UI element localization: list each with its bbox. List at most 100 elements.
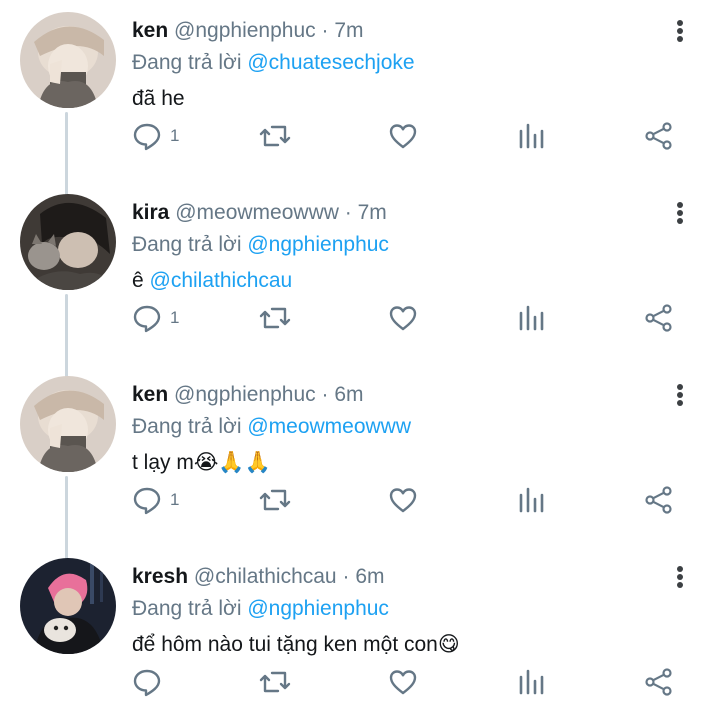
tweet[interactable]: kira @meowmeowww · 7m Đang trả lời @ngph…: [0, 182, 720, 364]
reply-thread: ken @ngphienphuc · 7m Đang trả lời @chua…: [0, 0, 720, 720]
share-button[interactable]: [644, 118, 674, 154]
replying-to-label: Đang trả lời: [132, 415, 242, 438]
reply-button[interactable]: 1: [132, 118, 179, 154]
separator-dot: ·: [321, 19, 329, 42]
reply-count: 1: [170, 126, 180, 145]
avatar[interactable]: [20, 376, 116, 472]
retweet-icon: [259, 125, 291, 147]
stats-button[interactable]: [517, 118, 547, 154]
tweet-text-body: ê: [132, 269, 150, 292]
retweet-button[interactable]: [258, 482, 292, 518]
timestamp[interactable]: 6m: [355, 565, 384, 588]
replying-to: Đang trả lời @ngphienphuc: [132, 594, 389, 624]
tweet-header: kira @meowmeowww · 7m: [132, 198, 387, 230]
share-icon: [645, 668, 672, 696]
reply-icon: [133, 123, 161, 151]
more-vertical-icon[interactable]: [670, 18, 690, 46]
tweet[interactable]: kresh @chilathichcau · 6m Đang trả lời @…: [0, 546, 720, 720]
display-name[interactable]: ken: [132, 383, 168, 406]
tweet-text: t lạy m😭🙏🙏: [132, 448, 271, 478]
tweet-text: đã he: [132, 84, 185, 114]
tweet-text: để hôm nào tui tặng ken một con😋: [132, 630, 460, 660]
tweet-actions: 1: [0, 482, 720, 522]
reply-button[interactable]: 1: [132, 300, 179, 336]
tweet-actions: 1: [0, 118, 720, 158]
avatar[interactable]: [20, 558, 116, 654]
stats-icon: [519, 487, 544, 513]
separator-dot: ·: [344, 201, 352, 224]
more-vertical-icon[interactable]: [670, 200, 690, 228]
stats-button[interactable]: [517, 482, 547, 518]
share-icon: [645, 122, 672, 150]
user-handle[interactable]: @chilathichcau: [194, 565, 337, 588]
heart-icon: [389, 124, 417, 149]
stats-button[interactable]: [517, 300, 547, 336]
timestamp[interactable]: 6m: [334, 383, 363, 406]
avatar-ken-image: [20, 12, 116, 108]
retweet-button[interactable]: [258, 664, 292, 700]
reply-button[interactable]: 1: [132, 482, 179, 518]
retweet-icon: [259, 307, 291, 329]
reply-icon: [133, 487, 161, 515]
tweet[interactable]: ken @ngphienphuc · 6m Đang trả lời @meow…: [0, 364, 720, 546]
reply-count: 1: [170, 308, 180, 327]
timestamp[interactable]: 7m: [358, 201, 387, 224]
replying-to-label: Đang trả lời: [132, 597, 242, 620]
retweet-button[interactable]: [258, 118, 292, 154]
replying-to-mention[interactable]: @ngphienphuc: [247, 233, 389, 256]
tweet[interactable]: ken @ngphienphuc · 7m Đang trả lời @chua…: [0, 0, 720, 182]
share-button[interactable]: [644, 300, 674, 336]
retweet-icon: [259, 671, 291, 693]
replying-to: Đang trả lời @meowmeowww: [132, 412, 411, 442]
replying-to-mention[interactable]: @ngphienphuc: [247, 597, 389, 620]
display-name[interactable]: kira: [132, 201, 169, 224]
retweet-button[interactable]: [258, 300, 292, 336]
like-button[interactable]: [388, 300, 418, 336]
user-handle[interactable]: @meowmeowww: [175, 201, 339, 224]
tweet-header: ken @ngphienphuc · 7m: [132, 16, 364, 48]
timestamp[interactable]: 7m: [334, 19, 363, 42]
user-handle[interactable]: @ngphienphuc: [174, 19, 316, 42]
share-icon: [645, 486, 672, 514]
share-button[interactable]: [644, 664, 674, 700]
share-button[interactable]: [644, 482, 674, 518]
share-icon: [645, 304, 672, 332]
like-button[interactable]: [388, 664, 418, 700]
more-vertical-icon[interactable]: [670, 382, 690, 410]
reply-count: 1: [170, 490, 180, 509]
replying-to-label: Đang trả lời: [132, 233, 242, 256]
avatar[interactable]: [20, 194, 116, 290]
stats-icon: [519, 123, 544, 149]
tweet-text-mention[interactable]: @chilathichcau: [150, 269, 293, 292]
stats-icon: [519, 305, 544, 331]
tweet-emoji: 😭🙏🙏: [193, 451, 271, 474]
separator-dot: ·: [321, 383, 329, 406]
display-name[interactable]: kresh: [132, 565, 188, 588]
replying-to-mention[interactable]: @meowmeowww: [247, 415, 411, 438]
more-vertical-icon[interactable]: [670, 564, 690, 592]
replying-to-mention[interactable]: @chuatesechjoke: [247, 51, 414, 74]
avatar[interactable]: [20, 12, 116, 108]
stats-icon: [519, 669, 544, 695]
tweet-text-body: t lạy m: [132, 451, 194, 474]
replying-to: Đang trả lời @ngphienphuc: [132, 230, 389, 260]
tweet-text-body: để hôm nào tui tặng ken một con: [132, 633, 438, 656]
heart-icon: [389, 670, 417, 695]
tweet-emoji: 😋: [437, 633, 460, 656]
avatar-kresh-image: [20, 558, 116, 654]
reply-button[interactable]: [132, 664, 170, 700]
replying-to: Đang trả lời @chuatesechjoke: [132, 48, 415, 78]
like-button[interactable]: [388, 482, 418, 518]
display-name[interactable]: ken: [132, 19, 168, 42]
avatar-ken-image: [20, 376, 116, 472]
avatar-kira-image: [20, 194, 116, 290]
like-button[interactable]: [388, 118, 418, 154]
user-handle[interactable]: @ngphienphuc: [174, 383, 316, 406]
reply-icon: [133, 669, 161, 697]
tweet-actions: 1: [0, 300, 720, 340]
reply-icon: [133, 305, 161, 333]
retweet-icon: [259, 489, 291, 511]
replying-to-label: Đang trả lời: [132, 51, 242, 74]
tweet-actions: [0, 664, 720, 704]
stats-button[interactable]: [517, 664, 547, 700]
